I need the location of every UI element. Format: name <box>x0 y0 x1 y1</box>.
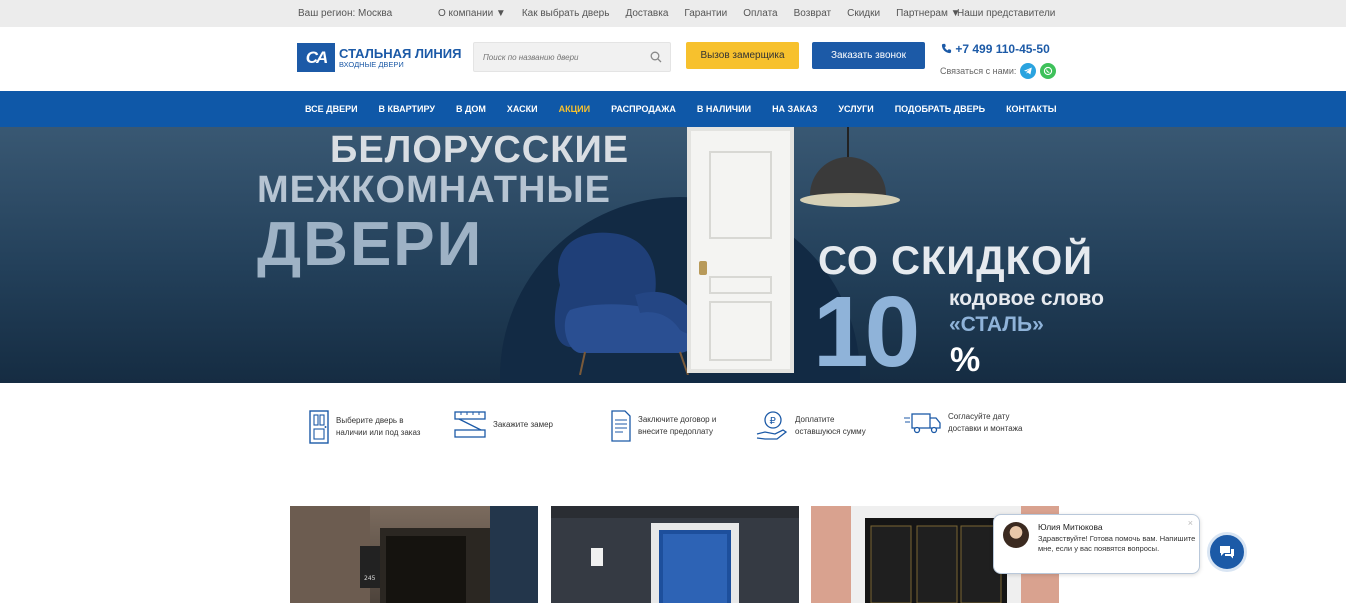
step-text: Закажите замер <box>493 420 553 430</box>
site-header: CA СТАЛЬНАЯ ЛИНИЯ ВХОДНЫЕ ДВЕРИ Вызов за… <box>0 27 1346 91</box>
hero-title-line3: ДВЕРИ <box>257 210 484 279</box>
nav-item-in-stock[interactable]: В НАЛИЧИИ <box>697 104 751 114</box>
search-box <box>473 42 671 72</box>
top-link-discounts[interactable]: Скидки <box>847 8 880 19</box>
delivery-truck-icon <box>904 413 941 434</box>
telegram-icon[interactable] <box>1020 63 1037 79</box>
step-order-measurement: Закажите замер <box>453 410 553 440</box>
product-image: 245 <box>290 506 538 603</box>
order-callback-button[interactable]: Заказать звонок <box>812 42 925 69</box>
contact-label: Связаться с нами: <box>940 66 1017 76</box>
hero-code-label: кодовое слово <box>949 287 1104 310</box>
step-pay-remaining: ₽ Доплатите оставшуюся сумму <box>755 410 866 442</box>
logo[interactable]: CA СТАЛЬНАЯ ЛИНИЯ ВХОДНЫЕ ДВЕРИ <box>297 43 461 72</box>
hero-title-line2: МЕЖКОМНАТНЫЕ <box>257 169 611 211</box>
step-text: Доплатите оставшуюся сумму <box>795 415 866 436</box>
nav-item-choose-door[interactable]: ПОДОБРАТЬ ДВЕРЬ <box>895 104 985 114</box>
top-link-how-to-choose[interactable]: Как выбрать дверь <box>522 8 610 19</box>
nav-item-house[interactable]: В ДОМ <box>456 104 486 114</box>
top-link-payment[interactable]: Оплата <box>743 8 777 19</box>
door-number: 245 <box>364 575 376 582</box>
nav-item-sale[interactable]: РАСПРОДАЖА <box>611 104 676 114</box>
main-nav: ВСЕ ДВЕРИ В КВАРТИРУ В ДОМ ХАСКИ АКЦИИ Р… <box>0 91 1346 127</box>
nav-item-promotions[interactable]: АКЦИИ <box>559 104 591 114</box>
top-links: О компании ▼ Как выбрать дверь Доставка … <box>438 8 977 19</box>
product-card[interactable]: 245 <box>290 506 538 603</box>
step-agree-delivery: Согласуйте дату доставки и монтажа <box>904 410 1022 436</box>
region-selector[interactable]: Ваш регион: Москва <box>298 8 392 19</box>
hero-discount-number: 10 <box>813 276 920 383</box>
top-link-about[interactable]: О компании ▼ <box>438 8 506 19</box>
order-steps: Выберите дверь в наличии или под заказ З… <box>0 410 1346 460</box>
step-text: Заключите договор и внесите предоплату <box>638 415 717 436</box>
nav-item-to-order[interactable]: НА ЗАКАЗ <box>772 104 817 114</box>
chat-popup[interactable]: Юлия Митюкова Здравствуйте! Готова помоч… <box>993 514 1200 574</box>
hero-banner[interactable]: БЕЛОРУССКИЕ МЕЖКОМНАТНЫЕ ДВЕРИ СО СКИДКО… <box>0 127 1346 383</box>
nav-item-apartment[interactable]: В КВАРТИРУ <box>379 104 435 114</box>
avatar <box>1003 522 1029 548</box>
nav-item-all-doors[interactable]: ВСЕ ДВЕРИ <box>305 104 358 114</box>
chat-icon <box>1220 546 1234 559</box>
door-image <box>687 127 794 373</box>
chat-message: Здравствуйте! Готова помочь вам. Напишит… <box>1038 534 1196 553</box>
close-icon[interactable]: × <box>1188 518 1193 528</box>
nav-item-husky[interactable]: ХАСКИ <box>507 104 538 114</box>
chat-agent-name: Юлия Митюкова <box>1038 522 1103 532</box>
logo-title: СТАЛЬНАЯ ЛИНИЯ <box>339 45 462 61</box>
phone-number[interactable]: +7 499 110-45-50 <box>941 42 1050 56</box>
logo-mark: CA <box>297 43 335 72</box>
phone-number-text: +7 499 110-45-50 <box>955 42 1050 56</box>
search-input[interactable] <box>474 43 634 71</box>
phone-icon <box>941 43 952 54</box>
whatsapp-icon[interactable] <box>1040 63 1057 79</box>
payment-icon: ₽ <box>756 411 788 440</box>
top-link-partners[interactable]: Партнерам ▼ <box>896 8 960 19</box>
armchair-image <box>554 232 701 375</box>
chat-open-button[interactable] <box>1207 532 1247 572</box>
logo-subtitle: ВХОДНЫЕ ДВЕРИ <box>339 59 404 69</box>
hero-code-word: «СТАЛЬ» <box>949 313 1044 336</box>
top-bar: Ваш регион: Москва О компании ▼ Как выбр… <box>0 0 1346 27</box>
top-link-warranty[interactable]: Гарантии <box>684 8 727 19</box>
hero-title-line1: БЕЛОРУССКИЕ <box>330 129 630 171</box>
contract-icon <box>611 410 631 442</box>
top-link-returns[interactable]: Возврат <box>794 8 832 19</box>
step-text: Согласуйте дату доставки и монтажа <box>948 412 1023 433</box>
svg-text:₽: ₽ <box>770 416 777 427</box>
call-measurer-button[interactable]: Вызов замерщика <box>686 42 799 69</box>
step-choose-door: Выберите дверь в наличии или под заказ <box>308 410 420 444</box>
door-icon <box>309 410 329 444</box>
contact-messengers: Связаться с нами: <box>940 63 1057 79</box>
nav-item-contacts[interactable]: КОНТАКТЫ <box>1006 104 1056 114</box>
pendant-lamp-image <box>810 157 886 195</box>
top-link-representatives[interactable]: Наши представители <box>957 8 1055 19</box>
top-link-delivery[interactable]: Доставка <box>625 8 668 19</box>
hero-percent-sign: % <box>950 341 981 379</box>
step-text: Выберите дверь в наличии или под заказ <box>336 416 421 437</box>
step-sign-contract: Заключите договор и внесите предоплату <box>610 410 716 442</box>
nav-item-services[interactable]: УСЛУГИ <box>838 104 873 114</box>
product-image <box>551 506 799 603</box>
search-icon[interactable] <box>650 51 662 63</box>
ruler-icon <box>454 411 486 438</box>
product-card[interactable] <box>551 506 799 603</box>
